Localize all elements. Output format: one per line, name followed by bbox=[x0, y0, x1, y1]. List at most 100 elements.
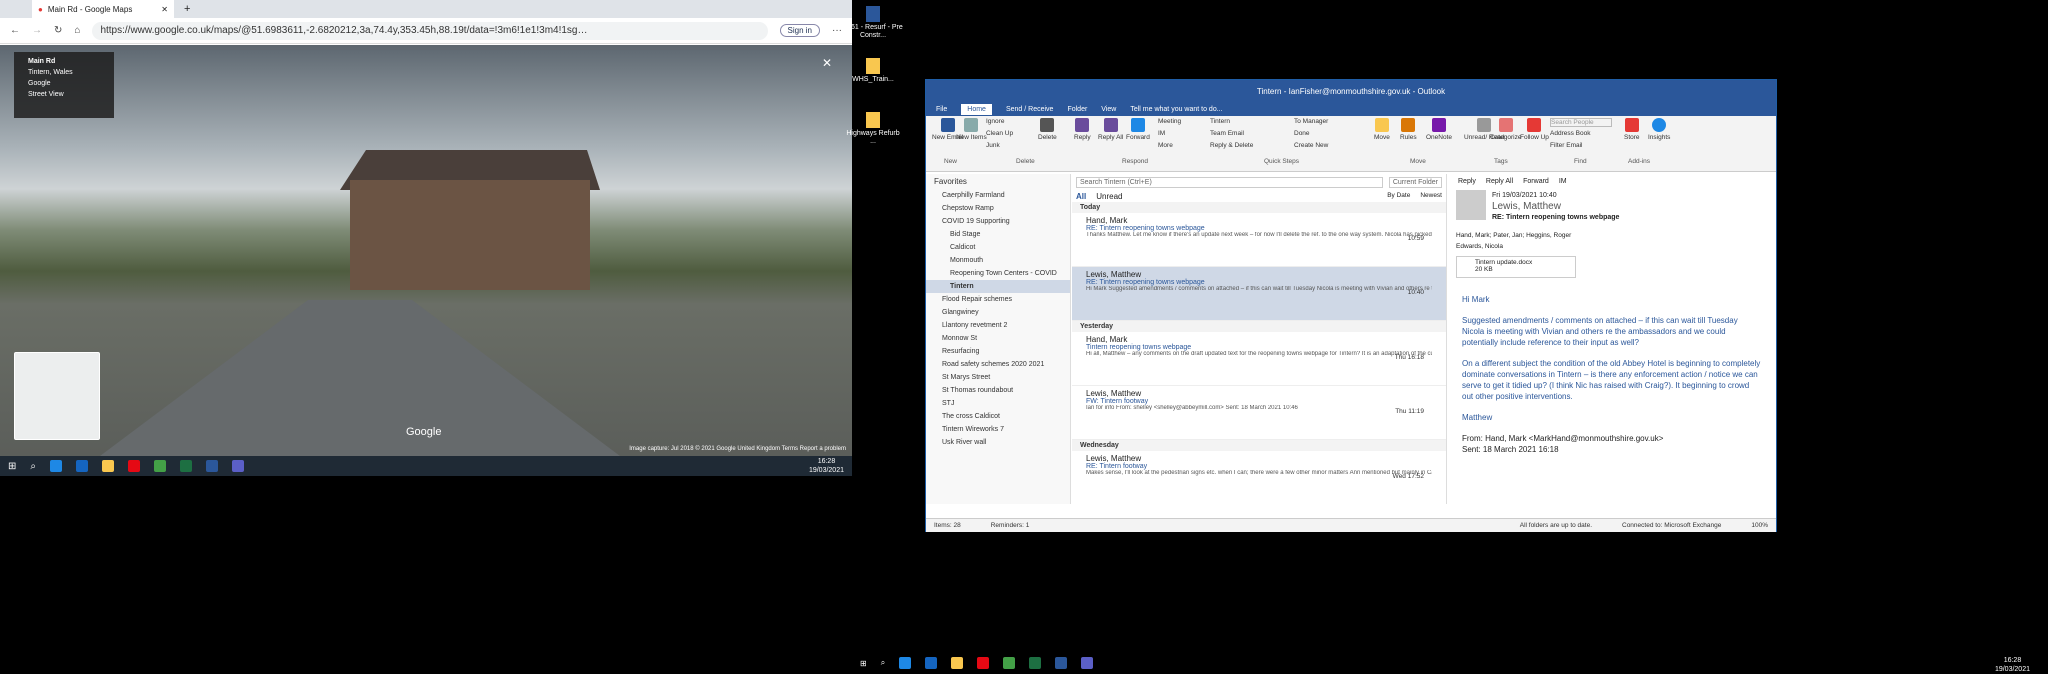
clock[interactable]: 16:28 19/03/2021 bbox=[1995, 656, 2030, 674]
minimap[interactable] bbox=[14, 352, 100, 440]
clean-up-button[interactable]: Clean Up bbox=[986, 130, 1013, 137]
to-recipients[interactable]: Hand, Mark; Pater, Jan; Heggins, Roger bbox=[1456, 230, 1571, 241]
reply-button[interactable]: Reply bbox=[1074, 118, 1091, 141]
list-item[interactable]: Lewis, Matthew FW: Tintern footway Ian f… bbox=[1072, 386, 1446, 440]
meeting-button[interactable]: Meeting bbox=[1158, 118, 1181, 125]
filter-unread[interactable]: Unread bbox=[1096, 192, 1122, 201]
group-yesterday[interactable]: Yesterday bbox=[1072, 321, 1446, 332]
list-item[interactable]: Hand, Mark Tintern reopening towns webpa… bbox=[1072, 332, 1446, 386]
menu-view[interactable]: View bbox=[1101, 106, 1116, 113]
tell-me-input[interactable]: Tell me what you want to do... bbox=[1130, 106, 1222, 113]
reminders[interactable]: Reminders: 1 bbox=[991, 522, 1030, 529]
folder-item[interactable]: Llantony revetment 2 bbox=[926, 319, 1070, 332]
folder-item[interactable]: St Thomas roundabout bbox=[926, 384, 1070, 397]
teams-icon[interactable] bbox=[232, 460, 244, 472]
new-items-button[interactable]: New Items bbox=[956, 118, 987, 141]
url-input[interactable]: https://www.google.co.uk/maps/@51.698361… bbox=[92, 21, 768, 40]
forward-icon[interactable]: → bbox=[32, 25, 42, 36]
reply-all-action[interactable]: Reply All bbox=[1486, 178, 1513, 185]
list-item[interactable]: Hand, Mark RE: Tintern reopening towns w… bbox=[1072, 213, 1446, 267]
attachment[interactable]: Tintern update.docx 20 KB bbox=[1456, 256, 1576, 278]
search-input[interactable]: Search Tintern (Ctrl+E) bbox=[1076, 177, 1383, 188]
folder-item[interactable]: St Marys Street bbox=[926, 371, 1070, 384]
cc-recipients[interactable]: Edwards, Nicola bbox=[1456, 241, 1571, 252]
netflix-icon[interactable] bbox=[977, 657, 990, 669]
insights-button[interactable]: Insights bbox=[1648, 118, 1670, 141]
folder-item-tintern[interactable]: Tintern bbox=[926, 280, 1070, 293]
quickstep-reply-delete[interactable]: Reply & Delete bbox=[1210, 142, 1253, 149]
onenote-button[interactable]: OneNote bbox=[1426, 118, 1452, 141]
folder-item[interactable]: Caldicot bbox=[926, 241, 1070, 254]
im-action[interactable]: IM bbox=[1559, 178, 1567, 185]
scope-dropdown[interactable]: Current Folder bbox=[1388, 177, 1442, 188]
home-icon[interactable]: ⌂ bbox=[74, 25, 80, 36]
edge-icon[interactable] bbox=[50, 460, 62, 472]
folder-item[interactable]: STJ bbox=[926, 397, 1070, 410]
sort-by-date[interactable]: By Date bbox=[1387, 192, 1410, 201]
refresh-icon[interactable]: ↻ bbox=[54, 25, 62, 36]
forward-action[interactable]: Forward bbox=[1523, 178, 1549, 185]
categorize-button[interactable]: Categorize bbox=[1490, 118, 1521, 141]
quickstep-tintern[interactable]: Tintern bbox=[1210, 118, 1230, 125]
im-button[interactable]: IM bbox=[1158, 130, 1165, 137]
folder-item[interactable]: Monnow St bbox=[926, 332, 1070, 345]
quickstep-to-manager[interactable]: To Manager bbox=[1294, 118, 1328, 125]
netflix-icon[interactable] bbox=[128, 460, 140, 472]
folder-item[interactable]: Chepstow Ramp bbox=[926, 202, 1070, 215]
chrome-icon[interactable] bbox=[154, 460, 166, 472]
start-icon[interactable]: ⊞ bbox=[8, 461, 16, 472]
address-book-button[interactable]: Address Book bbox=[1550, 130, 1590, 137]
favorites-header[interactable]: Favorites bbox=[926, 174, 1070, 189]
folder-item[interactable]: The cross Caldicot bbox=[926, 410, 1070, 423]
desktop-icon-highways[interactable]: Highways Refurb ... bbox=[843, 112, 903, 146]
sign-in-button[interactable]: Sign in bbox=[779, 24, 820, 37]
clock[interactable]: 16:28 19/03/2021 bbox=[809, 457, 844, 475]
close-icon[interactable]: ✕ bbox=[161, 5, 168, 14]
search-icon[interactable]: ⌕ bbox=[881, 658, 885, 668]
more-icon[interactable]: ··· bbox=[832, 25, 842, 36]
close-street-view-icon[interactable]: ✕ bbox=[822, 56, 832, 70]
back-icon[interactable]: ← bbox=[10, 25, 20, 36]
store-button[interactable]: Store bbox=[1624, 118, 1640, 141]
outlook-icon[interactable] bbox=[76, 460, 88, 472]
excel-icon[interactable] bbox=[1029, 657, 1042, 669]
quickstep-team-email[interactable]: Team Email bbox=[1210, 130, 1244, 137]
folder-item[interactable]: Road safety schemes 2020 2021 bbox=[926, 358, 1070, 371]
move-button[interactable]: Move bbox=[1374, 118, 1390, 141]
teams-icon[interactable] bbox=[1081, 657, 1094, 669]
menu-file[interactable]: File bbox=[936, 106, 947, 113]
more-button[interactable]: More bbox=[1158, 142, 1173, 149]
outlook-icon[interactable] bbox=[925, 657, 938, 669]
ignore-button[interactable]: Ignore bbox=[986, 118, 1004, 125]
chrome-icon[interactable] bbox=[1003, 657, 1016, 669]
group-wednesday[interactable]: Wednesday bbox=[1072, 440, 1446, 451]
new-tab-icon[interactable]: + bbox=[184, 3, 190, 15]
folder-item[interactable]: Monmouth bbox=[926, 254, 1070, 267]
browser-tab[interactable]: ● Main Rd - Google Maps ✕ bbox=[32, 0, 174, 18]
filter-all[interactable]: All bbox=[1076, 192, 1086, 201]
folder-item[interactable]: Flood Repair schemes bbox=[926, 293, 1070, 306]
quickstep-done[interactable]: Done bbox=[1294, 130, 1310, 137]
word-icon[interactable] bbox=[206, 460, 218, 472]
folder-item[interactable]: Bid Stage bbox=[926, 228, 1070, 241]
folder-item[interactable]: Reopening Town Centers - COVID bbox=[926, 267, 1070, 280]
search-people-input[interactable]: Search People bbox=[1550, 118, 1612, 127]
menu-send-receive[interactable]: Send / Receive bbox=[1006, 106, 1053, 113]
desktop-icon-whs[interactable]: WHS_Train... bbox=[843, 58, 903, 84]
folder-item[interactable]: Glangwiney bbox=[926, 306, 1070, 319]
desktop-icon-resurf[interactable]: 6161 - Resurf - Pre Constr... bbox=[843, 6, 903, 40]
folder-item[interactable]: COVID 19 Supporting bbox=[926, 215, 1070, 228]
folder-item[interactable]: Resurfacing bbox=[926, 345, 1070, 358]
zoom-level[interactable]: 100% bbox=[1751, 522, 1768, 529]
list-item-selected[interactable]: Lewis, Matthew RE: Tintern reopening tow… bbox=[1072, 267, 1446, 321]
group-today[interactable]: Today bbox=[1072, 202, 1446, 213]
folder-item[interactable]: Usk River wall bbox=[926, 436, 1070, 449]
word-icon[interactable] bbox=[1055, 657, 1068, 669]
quickstep-create-new[interactable]: Create New bbox=[1294, 142, 1328, 149]
delete-button[interactable]: Delete bbox=[1038, 118, 1057, 141]
reply-all-button[interactable]: Reply All bbox=[1098, 118, 1123, 141]
search-icon[interactable]: ⌕ bbox=[30, 461, 36, 472]
start-icon[interactable]: ⊞ bbox=[860, 659, 867, 668]
menu-home[interactable]: Home bbox=[961, 103, 992, 115]
folder-item[interactable]: Caerphilly Farmland bbox=[926, 189, 1070, 202]
